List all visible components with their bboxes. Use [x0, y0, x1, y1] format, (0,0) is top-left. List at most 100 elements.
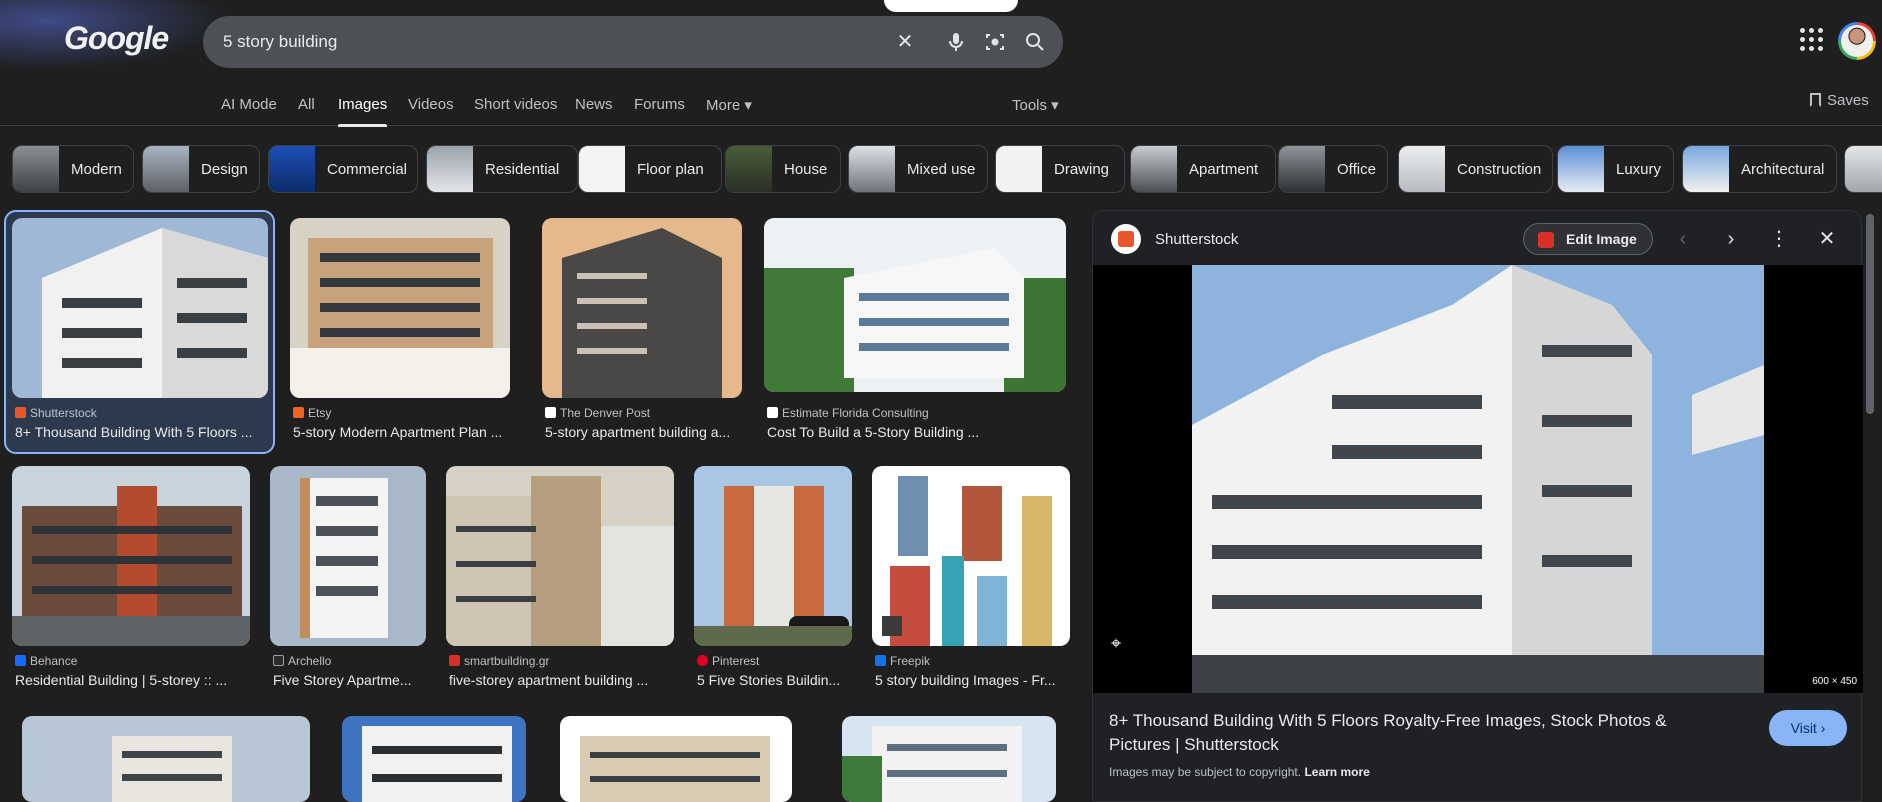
result-title[interactable]: 5 story building Images - Fr...	[875, 672, 1071, 688]
result-title[interactable]: 8+ Thousand Building With 5 Floors ...	[15, 424, 265, 440]
tab-videos[interactable]: Videos	[408, 96, 454, 113]
image-result[interactable]: Pinterest 5 Five Stories Buildin...	[694, 466, 854, 696]
chip-commercial[interactable]: Commercial	[268, 145, 418, 193]
result-source: The Denver Post	[545, 406, 650, 420]
image-result[interactable]: Archello Five Storey Apartme...	[270, 466, 428, 696]
tab-images[interactable]: Images	[338, 96, 388, 127]
image-preview-panel: Shutterstock Edit Image ‹ › ⋮ ✕ ⌖ 600 × …	[1092, 210, 1863, 802]
image-dimensions: 600 × 450	[1812, 676, 1857, 687]
copyright-note: Images may be subject to copyright. Lear…	[1109, 765, 1370, 779]
result-title[interactable]: Residential Building | 5-storey :: ...	[15, 672, 251, 688]
search-box[interactable]: 5 story building ✕	[203, 16, 1063, 68]
chip-apartment[interactable]: Apartment	[1130, 145, 1276, 193]
chip-house[interactable]: House	[725, 145, 841, 193]
image-result[interactable]: Estimate Florida Consulting Cost To Buil…	[764, 218, 1074, 448]
saves-button[interactable]: Saves	[1810, 92, 1869, 109]
result-source: Estimate Florida Consulting	[767, 406, 929, 420]
source-favicon	[875, 655, 886, 666]
visit-button[interactable]: Visit ›	[1769, 710, 1847, 746]
image-result[interactable]: The Denver Post 5-story apartment buildi…	[542, 218, 742, 448]
result-thumbnail	[842, 716, 1056, 802]
result-thumbnail	[12, 466, 250, 646]
tab-forums[interactable]: Forums	[634, 96, 685, 113]
edit-image-button[interactable]: Edit Image	[1523, 223, 1653, 255]
result-source: Archello	[273, 654, 331, 668]
tools-button[interactable]: Tools ▾	[1012, 96, 1059, 114]
mic-icon[interactable]	[944, 30, 968, 54]
result-source: Behance	[15, 654, 77, 668]
lens-search-icon[interactable]: ⌖	[1111, 633, 1137, 659]
image-result[interactable]: Freepik 5 story building Images - Fr...	[872, 466, 1072, 696]
chip-residential[interactable]: Residential	[426, 145, 578, 193]
panel-source[interactable]: Shutterstock	[1155, 231, 1238, 248]
tab-short-videos[interactable]: Short videos	[474, 96, 557, 113]
result-title[interactable]: 5 Five Stories Buildin...	[697, 672, 851, 688]
tab-ai-mode[interactable]: AI Mode	[221, 96, 277, 113]
chip-more[interactable]	[1844, 145, 1882, 193]
chip-design[interactable]: Design	[142, 145, 260, 193]
previous-icon[interactable]: ‹	[1671, 227, 1695, 251]
result-thumbnail	[342, 716, 526, 802]
source-favicon	[293, 407, 304, 418]
result-source: smartbuilding.gr	[449, 654, 549, 668]
result-thumbnail	[694, 466, 852, 646]
image-result[interactable]: Shutterstock 8+ Thousand Building With 5…	[12, 218, 270, 448]
image-result[interactable]	[342, 716, 528, 802]
avatar[interactable]	[1838, 22, 1876, 60]
search-input[interactable]: 5 story building	[223, 32, 337, 52]
result-source: Shutterstock	[15, 406, 97, 420]
chip-construction[interactable]: Construction	[1398, 145, 1553, 193]
image-result[interactable]: Behance Residential Building | 5-storey …	[12, 466, 252, 696]
result-thumbnail	[270, 466, 426, 646]
clear-icon[interactable]: ✕	[893, 30, 917, 54]
chip-office[interactable]: Office	[1278, 145, 1388, 193]
preview-image[interactable]	[1192, 265, 1764, 693]
result-title[interactable]: 5-story apartment building a...	[545, 424, 740, 440]
image-result[interactable]	[22, 716, 312, 802]
chip-modern[interactable]: Modern	[12, 145, 134, 193]
refinement-chips: Modern Design Commercial Residential Flo…	[12, 145, 1882, 193]
tab-all[interactable]: All	[298, 96, 315, 113]
lens-icon[interactable]	[983, 30, 1007, 54]
source-favicon	[273, 655, 284, 666]
panel-title[interactable]: 8+ Thousand Building With 5 Floors Royal…	[1109, 709, 1729, 757]
chip-architectural[interactable]: Architectural	[1682, 145, 1837, 193]
result-thumbnail	[22, 716, 310, 802]
close-icon[interactable]: ✕	[1815, 227, 1839, 251]
result-title[interactable]: Five Storey Apartme...	[273, 672, 425, 688]
source-logo	[1111, 224, 1141, 254]
saves-label: Saves	[1827, 92, 1869, 109]
result-thumbnail	[542, 218, 742, 398]
search-icon[interactable]	[1023, 30, 1047, 54]
chip-floor-plan[interactable]: Floor plan	[578, 145, 722, 193]
source-favicon	[15, 655, 26, 666]
chip-drawing[interactable]: Drawing	[995, 145, 1125, 193]
image-result[interactable]	[560, 716, 794, 802]
source-favicon	[697, 655, 708, 666]
preview-image-frame: ⌖ 600 × 450	[1093, 265, 1863, 693]
result-thumbnail	[872, 466, 1070, 646]
chip-mixed-use[interactable]: Mixed use	[848, 145, 988, 193]
result-source: Freepik	[875, 654, 930, 668]
source-favicon	[449, 655, 460, 666]
learn-more-link[interactable]: Learn more	[1304, 765, 1369, 779]
source-favicon	[767, 407, 778, 418]
source-favicon	[15, 407, 26, 418]
result-title[interactable]: Cost To Build a 5-Story Building ...	[767, 424, 1067, 440]
more-options-icon[interactable]: ⋮	[1767, 227, 1791, 251]
result-title[interactable]: five-storey apartment building ...	[449, 672, 674, 688]
tab-news[interactable]: News	[575, 96, 613, 113]
top-tab-handle	[884, 0, 1018, 12]
google-logo[interactable]: Google	[64, 20, 169, 57]
chip-luxury[interactable]: Luxury	[1557, 145, 1674, 193]
tab-more[interactable]: More ▾	[706, 96, 752, 114]
result-title[interactable]: 5-story Modern Apartment Plan ...	[293, 424, 515, 440]
result-source: Etsy	[293, 406, 331, 420]
result-thumbnail	[290, 218, 510, 398]
image-result[interactable]	[842, 716, 1058, 802]
image-result[interactable]: Etsy 5-story Modern Apartment Plan ...	[290, 218, 516, 448]
apps-icon[interactable]	[1800, 28, 1824, 52]
panel-scrollbar[interactable]	[1866, 214, 1874, 414]
next-icon[interactable]: ›	[1719, 227, 1743, 251]
image-result[interactable]: smartbuilding.gr five-storey apartment b…	[446, 466, 676, 696]
